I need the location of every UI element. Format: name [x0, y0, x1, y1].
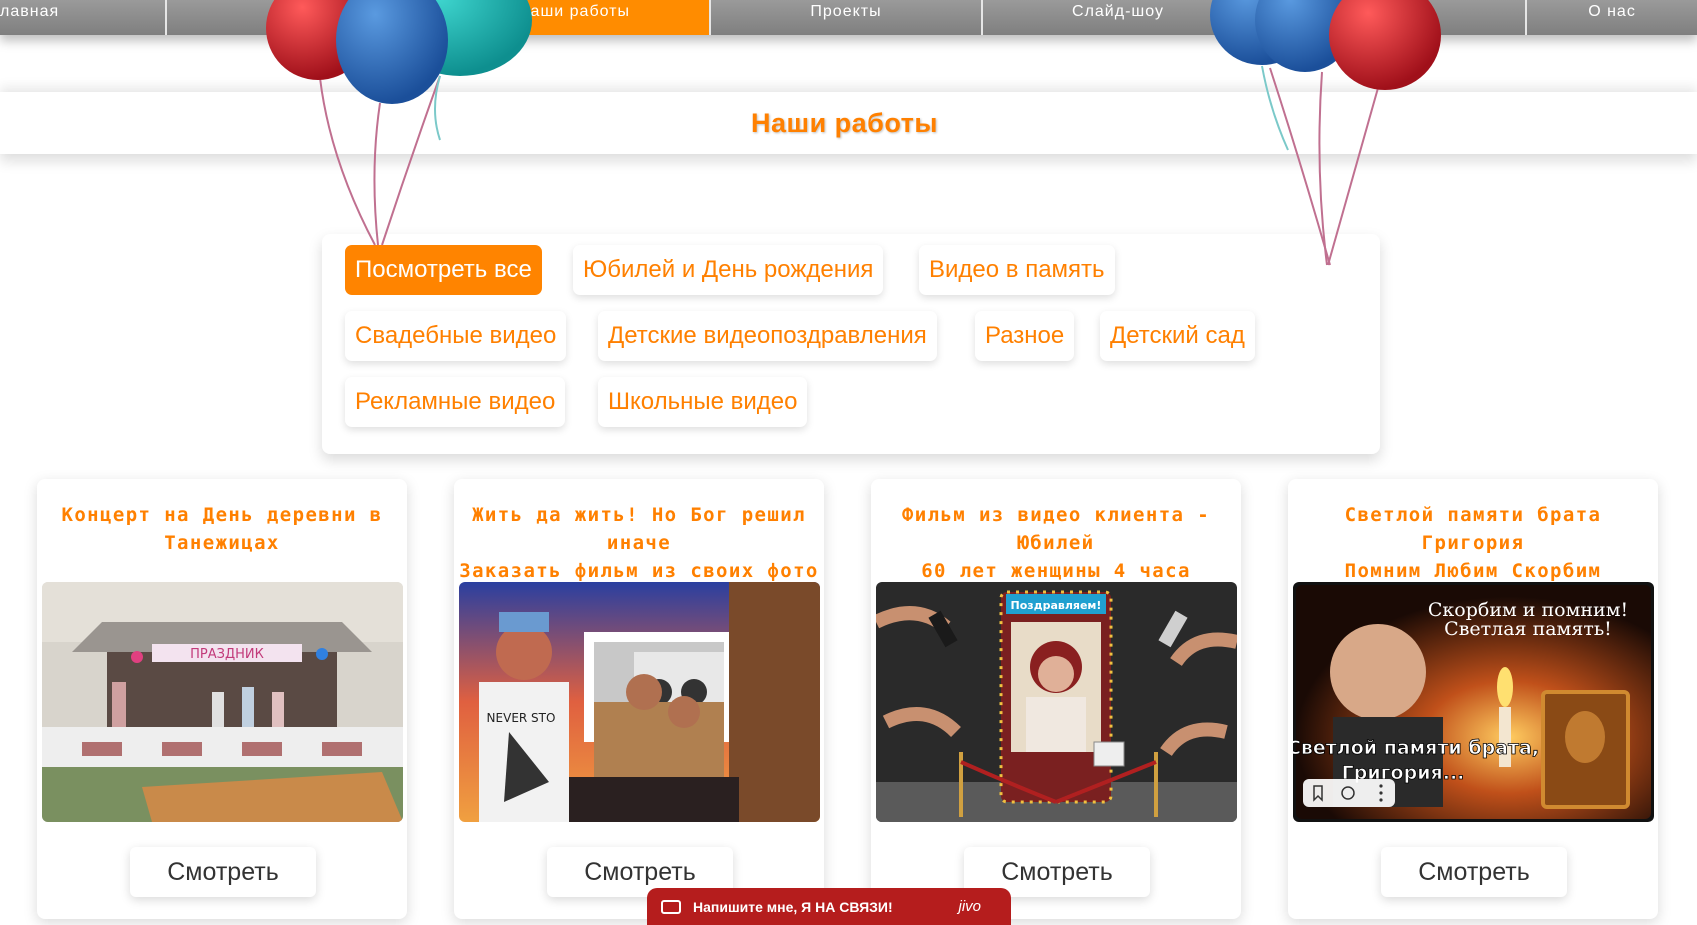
filter-memorial[interactable]: Видео в память: [919, 245, 1115, 295]
thumb-banner-text: ПРАЗДНИК: [190, 647, 264, 662]
nav-label: Обучение: [1349, 3, 1431, 20]
video-thumbnail[interactable]: Поздравляем!: [876, 582, 1237, 822]
card-title-line: 60 лет женщины 4 часа: [921, 560, 1191, 582]
card-title-line: Фильм из видео клиента - Юбилей: [901, 504, 1211, 554]
card-title-line: Концерт на День деревни в: [61, 504, 383, 526]
card-title: Концерт на День деревни в Танежицах: [37, 501, 407, 557]
video-card: Концерт на День деревни в Танежицах ПРАЗ…: [37, 479, 407, 919]
nav-label: лавная: [0, 3, 60, 20]
watch-button[interactable]: Смотреть: [1381, 847, 1567, 897]
video-card: Фильм из видео клиента - Юбилей 60 лет ж…: [871, 479, 1241, 919]
card-title-line: Танежицах: [164, 532, 280, 554]
filter-wedding[interactable]: Свадебные видео: [345, 311, 567, 361]
chat-widget-button[interactable]: Напишите мне, Я НА СВЯЗИ! jivo: [647, 888, 1011, 925]
filter-kids-greetings[interactable]: Детские видеопоздравления: [598, 311, 937, 361]
video-thumbnail[interactable]: Скорбим и помним! Светлая память! Светло…: [1293, 582, 1654, 822]
nav-item-projects[interactable]: Проекты: [711, 0, 983, 35]
card-title: Светлой памяти брата Григория Помним Люб…: [1288, 501, 1658, 585]
category-filter-panel: Посмотреть все Юбилей и День рождения Ви…: [322, 234, 1380, 454]
card-title-line: Жить да жить! Но Бог решил иначе: [472, 504, 806, 554]
filter-school[interactable]: Школьные видео: [598, 377, 808, 427]
thumb-text: Светлая память!: [1444, 618, 1612, 640]
nav-item-slideshow[interactable]: Слайд-шоу: [983, 0, 1255, 35]
page-title: Наши работы: [751, 107, 938, 138]
nav-item-home[interactable]: лавная: [0, 0, 167, 35]
nav-label: Наши работы: [517, 3, 630, 20]
nav-item-our-works[interactable]: Наши работы: [439, 0, 711, 35]
nav-item-training[interactable]: Обучение: [1255, 0, 1527, 35]
card-title-line: Помним Любим Скорбим: [1344, 560, 1602, 582]
nav-label: Стихи: [277, 3, 327, 20]
chat-brand-logo: jivo: [958, 898, 981, 915]
chat-label: Напишите мне, Я НА СВЯЗИ!: [693, 898, 893, 915]
video-thumbnail[interactable]: ПРАЗДНИК: [42, 582, 403, 822]
video-thumbnail[interactable]: NEVER STO: [459, 582, 820, 822]
nav-item-poems[interactable]: Стихи: [167, 0, 439, 35]
page-header-band: Наши работы: [0, 92, 1697, 154]
filter-misc[interactable]: Разное: [975, 311, 1075, 361]
nav-label: Проекты: [810, 3, 882, 20]
watch-button[interactable]: Смотреть: [130, 847, 316, 897]
filter-advertising[interactable]: Рекламные видео: [345, 377, 566, 427]
thumb-banner-text: Поздравляем!: [1011, 599, 1102, 612]
filter-all[interactable]: Посмотреть все: [345, 245, 542, 295]
video-card: Светлой памяти брата Григория Помним Люб…: [1288, 479, 1658, 919]
thumb-banner-text: NEVER STO: [487, 711, 556, 725]
thumb-text: Светлой памяти брата,: [1293, 737, 1539, 759]
nav-item-about[interactable]: О нас: [1527, 0, 1697, 35]
nav-label: О нас: [1588, 3, 1636, 20]
nav-label: Слайд-шоу: [1072, 3, 1164, 20]
card-title: Жить да жить! Но Бог решил иначе Заказат…: [454, 501, 824, 585]
video-card: Жить да жить! Но Бог решил иначе Заказат…: [454, 479, 824, 919]
envelope-icon: [661, 899, 681, 914]
filter-kindergarten[interactable]: Детский сад: [1100, 311, 1255, 361]
card-title-line: Заказать фильм из своих фото: [459, 560, 819, 582]
card-title: Фильм из видео клиента - Юбилей 60 лет ж…: [871, 501, 1241, 585]
filter-jubilee-birthday[interactable]: Юбилей и День рождения: [573, 245, 884, 295]
card-title-line: Светлой памяти брата Григория: [1344, 504, 1602, 554]
top-navigation: лавная Стихи Наши работы Проекты Слайд-ш…: [0, 0, 1697, 35]
